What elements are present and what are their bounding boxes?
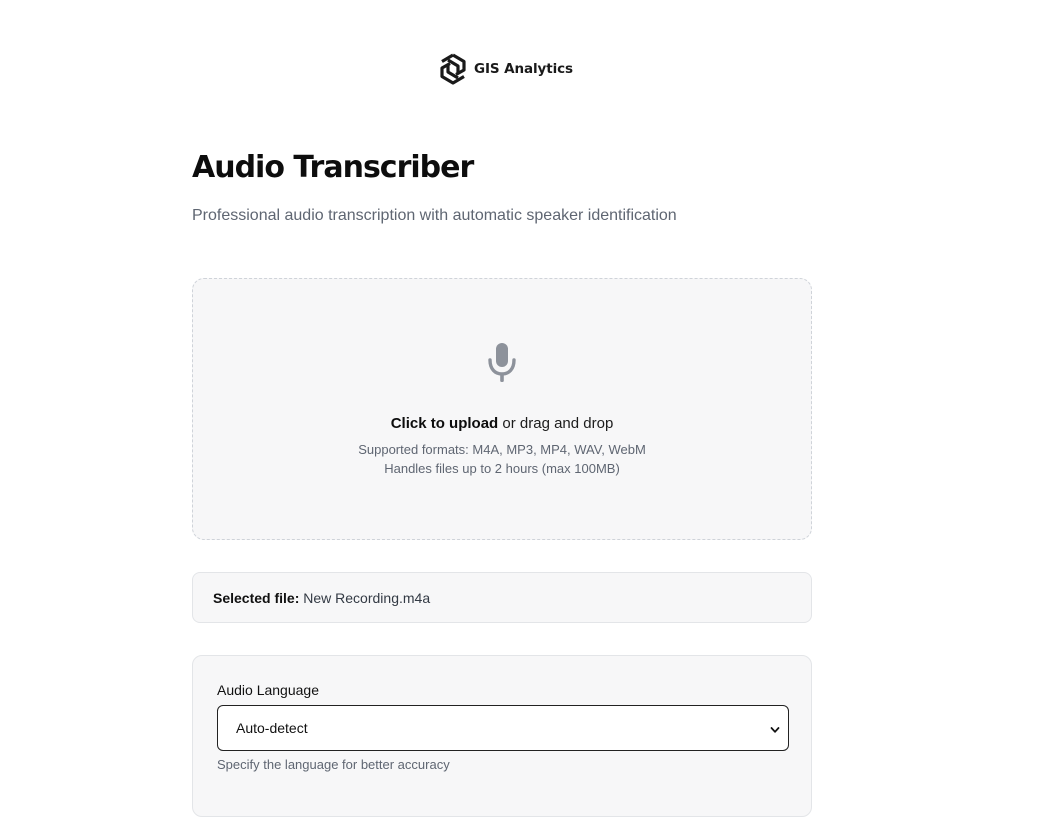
brand-name: GIS Analytics [474, 61, 573, 77]
selected-file-box: Selected file: New Recording.m4a [192, 572, 812, 623]
settings-card: Audio Language Auto-detect Specify the l… [192, 655, 812, 817]
chevron-down-icon [770, 722, 780, 733]
language-label: Audio Language [217, 682, 319, 698]
hexagon-swirl-logo-icon [438, 52, 468, 86]
file-limit-text: Handles files up to 2 hours (max 100MB) [384, 461, 620, 476]
supported-formats-text: Supported formats: M4A, MP3, MP4, WAV, W… [358, 442, 646, 457]
upload-dropzone[interactable]: Click to upload or drag and drop Support… [192, 278, 812, 540]
page-title: Audio Transcriber [192, 150, 474, 185]
page-subtitle: Professional audio transcription with au… [192, 207, 677, 224]
selected-file-label: Selected file: [213, 590, 300, 606]
selected-file-name: New Recording.m4a [303, 590, 431, 606]
language-help-text: Specify the language for better accuracy [217, 757, 450, 772]
upload-instructions: Click to upload or drag and drop [193, 415, 811, 432]
brand-logo[interactable]: GIS Analytics [438, 52, 573, 86]
language-select[interactable]: Auto-detect [217, 705, 789, 751]
drag-drop-text: or drag and drop [498, 415, 614, 432]
click-to-upload-text[interactable]: Click to upload [391, 415, 499, 432]
language-select-value: Auto-detect [236, 720, 308, 736]
microphone-icon [486, 343, 518, 383]
